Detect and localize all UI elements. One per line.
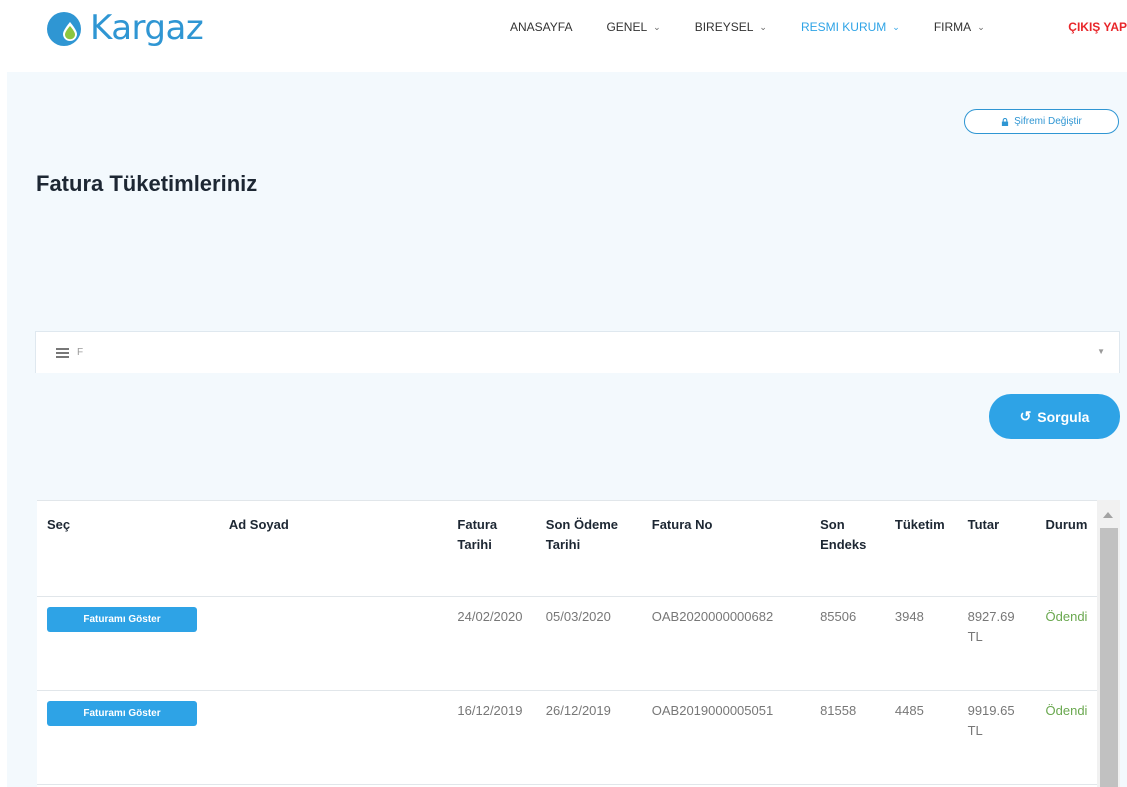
chevron-down-icon: ⌄ — [653, 21, 661, 32]
consumption-cell: 4485 — [884, 690, 958, 785]
due-date-cell: 05/03/2020 — [535, 596, 642, 691]
chevron-down-icon: ⌄ — [977, 21, 985, 32]
name-cell — [218, 690, 448, 785]
name-cell — [218, 596, 448, 691]
scrollbar-thumb[interactable] — [1100, 528, 1118, 787]
name-value — [228, 700, 409, 771]
amount-cell: 8927.69 TL — [957, 596, 1036, 691]
nav-item-bireysel[interactable]: BIREYSEL ⌄ — [695, 20, 767, 34]
table-header-row: Seç Ad Soyad Fatura Tarihi Son Ödeme Tar… — [37, 501, 1100, 597]
logo-text: Kargaz — [90, 8, 204, 48]
kargaz-logo[interactable]: Kargaz — [44, 6, 204, 50]
column-header: Son Endeks — [810, 501, 885, 597]
lock-icon — [1001, 117, 1009, 126]
column-header: Seç — [37, 501, 219, 597]
invoice-no-cell: OAB2019000005051 — [641, 690, 811, 785]
status-cell: Ödendi — [1035, 596, 1100, 691]
column-header: Fatura No — [641, 501, 811, 597]
query-button-label: Sorgula — [1037, 408, 1090, 425]
scroll-up-arrow-icon[interactable] — [1103, 512, 1113, 518]
refresh-icon: ↺ — [1019, 408, 1032, 424]
main-content: Şifremi Değiştir Fatura Tüketimleriniz F… — [7, 72, 1127, 787]
logout-link[interactable]: ÇIKIŞ YAP — [1068, 20, 1127, 34]
nav-item-label: FIRMA — [933, 20, 972, 34]
list-icon — [56, 347, 69, 358]
top-navbar: Kargaz ANASAYFA GENEL ⌄ BIREYSEL ⌄ RESMI… — [0, 0, 1127, 72]
status-cell: Ödendi — [1035, 690, 1100, 785]
column-header: Tüketim — [884, 501, 958, 597]
main-nav: ANASAYFA GENEL ⌄ BIREYSEL ⌄ RESMI KURUM … — [510, 20, 1019, 34]
column-header: Ad Soyad — [218, 501, 448, 597]
amount-cell: 9919.65 TL — [957, 690, 1036, 785]
nav-item-genel[interactable]: GENEL ⌄ — [606, 20, 660, 34]
table-scrollbar[interactable] — [1097, 500, 1120, 787]
table-row: Faturamı Göster 16/12/2019 26/12/2019 OA… — [37, 690, 1100, 785]
column-header: Durum — [1035, 501, 1100, 597]
chevron-down-icon: ⌄ — [759, 21, 767, 32]
select-cell: Faturamı Göster — [37, 690, 219, 785]
name-value — [228, 606, 409, 677]
change-password-button[interactable]: Şifremi Değiştir — [964, 109, 1119, 134]
logo-drop-icon — [47, 12, 81, 46]
nav-item-label: RESMI KURUM — [800, 20, 887, 34]
chevron-down-icon: ▼ — [1097, 347, 1105, 356]
invoice-table: Seç Ad Soyad Fatura Tarihi Son Ödeme Tar… — [37, 500, 1120, 787]
filter-selected-value: F — [77, 347, 84, 358]
nav-item-label: BIREYSEL — [694, 20, 754, 34]
table-row: Faturamı Göster 24/02/2020 05/03/2020 OA… — [37, 596, 1100, 691]
select-cell: Faturamı Göster — [37, 596, 219, 691]
page-title: Fatura Tüketimleriniz — [36, 171, 258, 196]
last-index-cell: 85506 — [810, 596, 885, 691]
column-header: Fatura Tarihi — [447, 501, 536, 597]
last-index-cell: 81558 — [810, 690, 885, 785]
invoice-no-cell: OAB2020000000682 — [641, 596, 811, 691]
due-date-cell: 26/12/2019 — [535, 690, 642, 785]
nav-item-label: ANASAYFA — [510, 20, 573, 34]
change-password-label: Şifremi Değiştir — [1014, 116, 1082, 127]
nav-item-label: GENEL — [606, 20, 648, 34]
nav-item-firma[interactable]: FIRMA ⌄ — [934, 20, 985, 34]
chevron-down-icon: ⌄ — [892, 21, 900, 32]
column-header: Tutar — [957, 501, 1036, 597]
query-button[interactable]: ↺ Sorgula — [989, 394, 1120, 439]
column-header: Son Ödeme Tarihi — [535, 501, 642, 597]
invoice-date-cell: 16/12/2019 — [447, 690, 536, 785]
invoice-filter-select[interactable]: F ▼ — [35, 331, 1120, 373]
consumption-cell: 3948 — [884, 596, 958, 691]
invoice-date-cell: 24/02/2020 — [447, 596, 536, 691]
show-invoice-button[interactable]: Faturamı Göster — [47, 700, 197, 726]
nav-item-anasayfa[interactable]: ANASAYFA — [510, 20, 572, 34]
show-invoice-button[interactable]: Faturamı Göster — [47, 606, 197, 632]
nav-item-resmi-kurum[interactable]: RESMI KURUM ⌄ — [801, 20, 900, 34]
